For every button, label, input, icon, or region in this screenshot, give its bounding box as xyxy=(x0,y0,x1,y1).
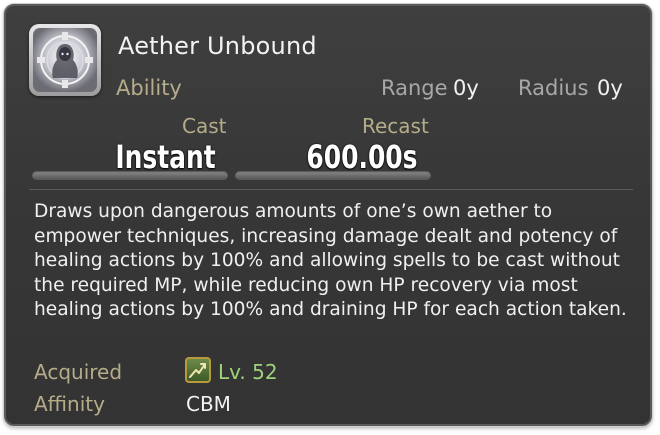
action-type: Ability xyxy=(116,76,182,100)
affinity-value: CBM xyxy=(186,392,231,416)
recast-label: Recast xyxy=(362,114,429,138)
acquired-label: Acquired xyxy=(34,360,123,384)
range-label: Range xyxy=(381,76,448,100)
acquired-level: Lv. 52 xyxy=(218,360,278,384)
range-value: 0y xyxy=(453,76,479,100)
action-tooltip: Aether Unbound Ability Range 0y Radius 0… xyxy=(4,4,652,426)
action-name: Aether Unbound xyxy=(118,32,317,60)
cast-label: Cast xyxy=(182,114,227,138)
aether-unbound-icon xyxy=(29,24,101,96)
action-description: Draws upon dangerous amounts of one’s ow… xyxy=(34,201,627,320)
radius-label: Radius xyxy=(518,76,589,100)
recast-gauge xyxy=(235,171,431,180)
cast-gauge xyxy=(32,171,228,180)
class-level-icon xyxy=(185,357,211,383)
section-divider xyxy=(29,189,633,190)
affinity-label: Affinity xyxy=(34,392,105,416)
radius-value: 0y xyxy=(597,76,623,100)
